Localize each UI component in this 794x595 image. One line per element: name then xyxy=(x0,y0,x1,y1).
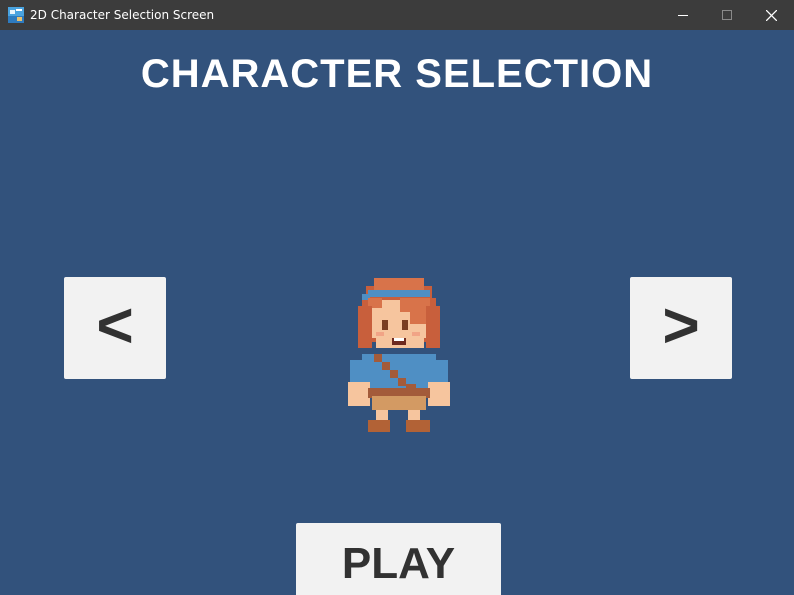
game-window: 2D Character Selection Screen CHARACTER … xyxy=(0,0,794,595)
maximize-icon xyxy=(722,10,732,20)
close-icon xyxy=(765,9,777,21)
maximize-button[interactable] xyxy=(704,0,750,30)
unity-app-icon xyxy=(8,7,24,23)
previous-character-button[interactable]: < xyxy=(64,277,166,379)
character-sprite xyxy=(348,278,450,432)
next-button-label: > xyxy=(662,289,700,361)
minimize-button[interactable] xyxy=(660,0,706,30)
close-button[interactable] xyxy=(748,0,794,30)
next-character-button[interactable]: > xyxy=(630,277,732,379)
title-bar[interactable]: 2D Character Selection Screen xyxy=(0,0,794,30)
minimize-icon xyxy=(678,15,688,16)
game-viewport: CHARACTER SELECTION < > PLAY xyxy=(0,30,794,595)
previous-button-label: < xyxy=(96,289,134,361)
play-button[interactable]: PLAY xyxy=(296,523,501,595)
window-title: 2D Character Selection Screen xyxy=(30,8,215,22)
screen-heading: CHARACTER SELECTION xyxy=(140,52,654,96)
